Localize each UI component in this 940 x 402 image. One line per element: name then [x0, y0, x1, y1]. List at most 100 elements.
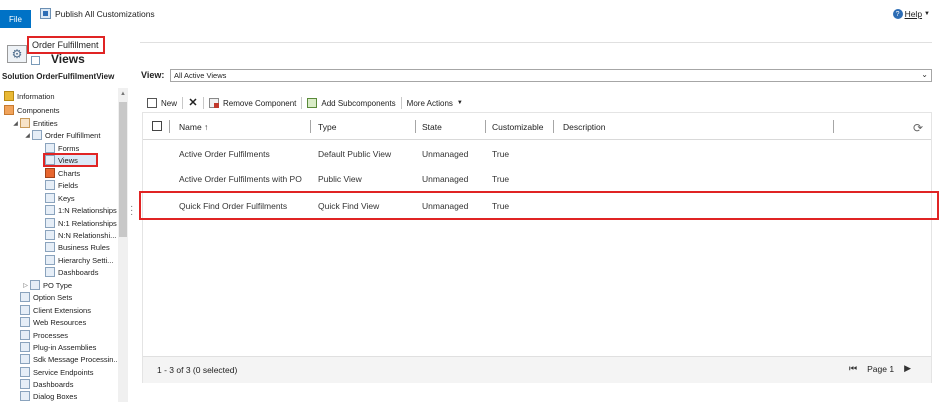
column-header-label: Description — [563, 121, 606, 132]
expand-toggle-icon[interactable]: ◢ — [24, 132, 31, 139]
tree-item-label: Dialog Boxes — [33, 391, 78, 401]
processes-icon — [20, 330, 30, 340]
tree-item-po-type[interactable]: ▷ PO Type — [22, 279, 72, 291]
expand-toggle-icon[interactable]: ▷ — [22, 282, 29, 289]
tree-item-label: Plug-in Assemblies — [33, 342, 97, 352]
client-extensions-icon — [20, 305, 30, 315]
remove-label: Remove Component — [223, 98, 297, 108]
cell-type: Public View — [318, 173, 362, 184]
delete-button[interactable]: ✕ — [183, 96, 203, 110]
tree-item-plugin-assemblies[interactable]: Plug-in Assemblies — [20, 341, 96, 353]
expand-toggle-icon[interactable]: ◢ — [12, 120, 19, 127]
solution-tree: Information Components ◢ Entities ◢ Orde… — [0, 88, 117, 402]
tree-item-1n-relationships[interactable]: 1:N Relationships — [45, 204, 117, 216]
grid-footer: 1 - 3 of 3 (0 selected) ⏮ Page 1 ▶ — [143, 356, 931, 383]
tree-item-service-endpoints[interactable]: Service Endpoints — [20, 366, 93, 378]
column-header-type[interactable]: Type — [311, 113, 416, 140]
first-page-icon[interactable]: ⏮ — [849, 363, 857, 374]
tree-item-dashboards[interactable]: Dashboards — [20, 378, 73, 390]
new-button[interactable]: New — [142, 96, 182, 110]
refresh-icon[interactable]: ⟳ — [913, 121, 923, 135]
remove-component-icon — [209, 98, 220, 108]
more-actions-label: More Actions — [406, 98, 453, 108]
fields-icon — [45, 180, 55, 190]
remove-component-button[interactable]: Remove Component — [204, 96, 301, 110]
table-row-highlighted[interactable]: Quick Find Order Fulfilments Quick Find … — [139, 191, 939, 220]
add-subcomponents-button[interactable]: Add Subcomponents — [302, 96, 400, 110]
page-label: Page 1 — [867, 363, 895, 374]
tree-item-label: Service Endpoints — [33, 367, 94, 377]
tree-item-dialog-boxes[interactable]: Dialog Boxes — [20, 390, 77, 402]
tree-item-order-fulfillment[interactable]: ◢ Order Fulfillment — [24, 129, 100, 141]
cell-customizable: True — [492, 173, 510, 184]
forms-icon — [45, 143, 55, 153]
publish-all-button[interactable]: Publish All Customizations — [40, 8, 155, 19]
tree-item-label: 1:N Relationships — [58, 205, 117, 215]
tree-item-entities[interactable]: ◢ Entities — [12, 117, 58, 129]
table-row[interactable]: Active Order Fulfilments with PO Public … — [143, 166, 931, 191]
views-icon — [45, 155, 55, 165]
hierarchy-icon — [45, 255, 55, 265]
tree-item-label: Order Fulfillment — [45, 130, 101, 140]
column-header-label: State — [422, 121, 442, 132]
tree-item-hierarchy-settings[interactable]: Hierarchy Setti... — [45, 254, 113, 266]
page-title: Views — [51, 52, 85, 66]
chevron-down-icon: ▼ — [456, 100, 463, 106]
relationship-icon — [45, 205, 55, 215]
tree-item-label: N:1 Relationships — [58, 218, 117, 228]
cell-name: Quick Find Order Fulfilments — [179, 200, 288, 211]
column-divider[interactable] — [833, 120, 834, 133]
next-page-icon[interactable]: ▶ — [904, 363, 911, 374]
tree-item-option-sets[interactable]: Option Sets — [20, 291, 72, 303]
gear-icon: ⚙ — [7, 45, 27, 63]
view-select[interactable]: All Active Views ⌄ — [170, 69, 932, 82]
tree-item-sdk-message[interactable]: Sdk Message Processin... — [20, 353, 117, 365]
tree-item-nn-relationships[interactable]: N:N Relationshi... — [45, 229, 116, 241]
chevron-down-icon: ⌄ — [921, 70, 928, 79]
table-row[interactable]: Active Order Fulfilments Default Public … — [143, 141, 931, 166]
tree-item-n1-relationships[interactable]: N:1 Relationships — [45, 217, 117, 229]
file-button[interactable]: File — [0, 10, 31, 28]
service-endpoints-icon — [20, 367, 30, 377]
charts-icon — [45, 168, 55, 178]
tree-item-label: Views — [58, 155, 78, 165]
dialog-icon — [20, 391, 30, 401]
tree-item-label: PO Type — [43, 280, 73, 290]
tree-item-keys[interactable]: Keys — [45, 192, 75, 204]
tree-item-entity-dashboards[interactable]: Dashboards — [45, 266, 98, 278]
pane-splitter-icon[interactable]: · · · — [130, 202, 133, 220]
tree-item-client-extensions[interactable]: Client Extensions — [20, 304, 91, 316]
select-all-checkbox[interactable] — [152, 121, 162, 131]
tree-item-business-rules[interactable]: Business Rules — [45, 241, 110, 253]
tree-item-fields[interactable]: Fields — [45, 179, 78, 191]
dashboards-icon — [45, 267, 55, 277]
delete-icon: ✕ — [188, 97, 198, 109]
scroll-up-icon[interactable]: ▲ — [118, 91, 128, 99]
tree-item-label: N:N Relationshi... — [58, 230, 117, 240]
sdk-message-icon — [20, 354, 30, 364]
tree-item-web-resources[interactable]: Web Resources — [20, 316, 86, 328]
scrollbar-thumb[interactable] — [119, 102, 127, 237]
dashboards-icon — [20, 379, 30, 389]
tree-item-components[interactable]: Components — [4, 104, 60, 116]
tree-item-label: Charts — [58, 168, 81, 178]
tree-item-information[interactable]: Information — [4, 90, 55, 102]
column-header-description[interactable]: Description — [554, 113, 834, 140]
help-label: Help — [904, 9, 923, 19]
grid-header: Name ↑ Type State Customizable Descripti… — [143, 113, 931, 140]
tree-item-label: Fields — [58, 180, 79, 190]
sidebar-scrollbar[interactable]: ▲ — [118, 88, 128, 402]
tree-item-views[interactable]: Views — [43, 153, 98, 167]
column-header-state[interactable]: State — [416, 113, 486, 140]
help-button[interactable]: ? Help ▼ — [892, 9, 930, 19]
cell-state: Unmanaged — [422, 200, 469, 211]
column-header-label: Customizable — [492, 121, 544, 132]
record-count: 1 - 3 of 3 (0 selected) — [157, 365, 238, 375]
column-header-customizable[interactable]: Customizable — [486, 113, 554, 140]
tree-item-charts[interactable]: Charts — [45, 167, 80, 179]
view-select-value: All Active Views — [174, 71, 227, 80]
more-actions-button[interactable]: More Actions ▼ — [402, 96, 468, 110]
tree-item-processes[interactable]: Processes — [20, 329, 68, 341]
cell-state: Unmanaged — [422, 148, 469, 159]
column-header-name[interactable]: Name ↑ — [169, 113, 311, 140]
